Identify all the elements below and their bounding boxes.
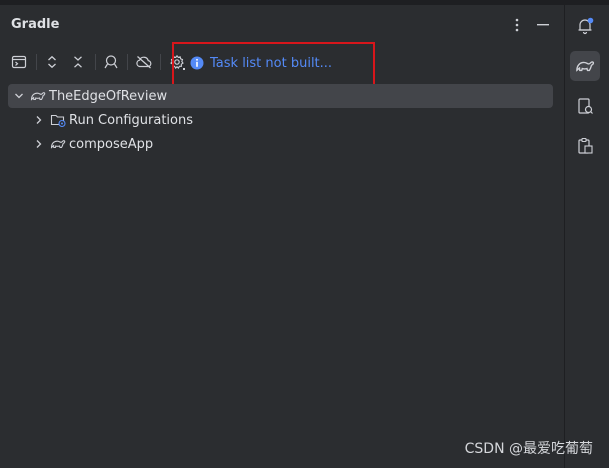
device-manager-button[interactable] <box>570 91 600 121</box>
toolbar-separator <box>127 54 128 70</box>
minimize-button[interactable] <box>533 15 553 35</box>
collapse-all-button[interactable] <box>66 50 90 74</box>
tree-root-label: TheEdgeOfReview <box>49 88 168 104</box>
clipboard-tool-button[interactable] <box>570 131 600 161</box>
offline-mode-icon <box>135 55 153 69</box>
chevron-down-icon[interactable] <box>12 89 26 103</box>
more-options-button[interactable] <box>507 15 527 35</box>
tree-row-compose-app[interactable]: composeApp <box>8 132 553 156</box>
annotation-highlight-box <box>172 42 375 89</box>
gradle-window: Gradle Task list not built... TheEdgeOfR… <box>0 0 609 468</box>
toolbar-separator <box>160 54 161 70</box>
toolbar-separator <box>36 54 37 70</box>
tree-item-label: composeApp <box>69 136 154 152</box>
run-configurations-folder-icon <box>50 112 66 128</box>
tree-row-run-configurations[interactable]: Run Configurations <box>8 108 553 132</box>
tree-row-root[interactable]: TheEdgeOfReview <box>8 84 553 108</box>
gradle-icon <box>575 58 595 74</box>
expand-all-icon <box>46 55 58 69</box>
more-vert-icon <box>515 18 519 32</box>
clipboard-icon <box>576 137 594 155</box>
analyze-dependencies-icon <box>103 54 119 70</box>
execute-task-icon <box>11 55 27 69</box>
panel-header: Gradle <box>0 5 564 45</box>
minimize-icon <box>537 24 549 26</box>
notifications-icon <box>576 17 594 35</box>
notifications-button[interactable] <box>570 11 600 41</box>
gradle-project-tree: TheEdgeOfReview Run Configurations compo… <box>8 84 553 156</box>
chevron-right-icon[interactable] <box>32 113 46 127</box>
offline-mode-button[interactable] <box>132 50 156 74</box>
execute-task-button[interactable] <box>7 50 31 74</box>
watermark: CSDN @最爱吃葡萄 <box>464 441 593 457</box>
gradle-panel: Gradle Task list not built... TheEdgeOfR… <box>0 5 564 468</box>
panel-title: Gradle <box>11 17 60 32</box>
tree-item-label: Run Configurations <box>69 112 193 128</box>
gradle-icon <box>50 136 66 152</box>
gradle-tool-button[interactable] <box>570 51 600 81</box>
right-tool-strip <box>565 5 609 468</box>
collapse-all-icon <box>72 55 84 69</box>
analyze-dependencies-button[interactable] <box>99 50 123 74</box>
expand-all-button[interactable] <box>40 50 64 74</box>
device-manager-icon <box>576 97 594 115</box>
toolbar-separator <box>95 54 96 70</box>
chevron-right-icon[interactable] <box>32 137 46 151</box>
gradle-icon <box>30 88 46 104</box>
